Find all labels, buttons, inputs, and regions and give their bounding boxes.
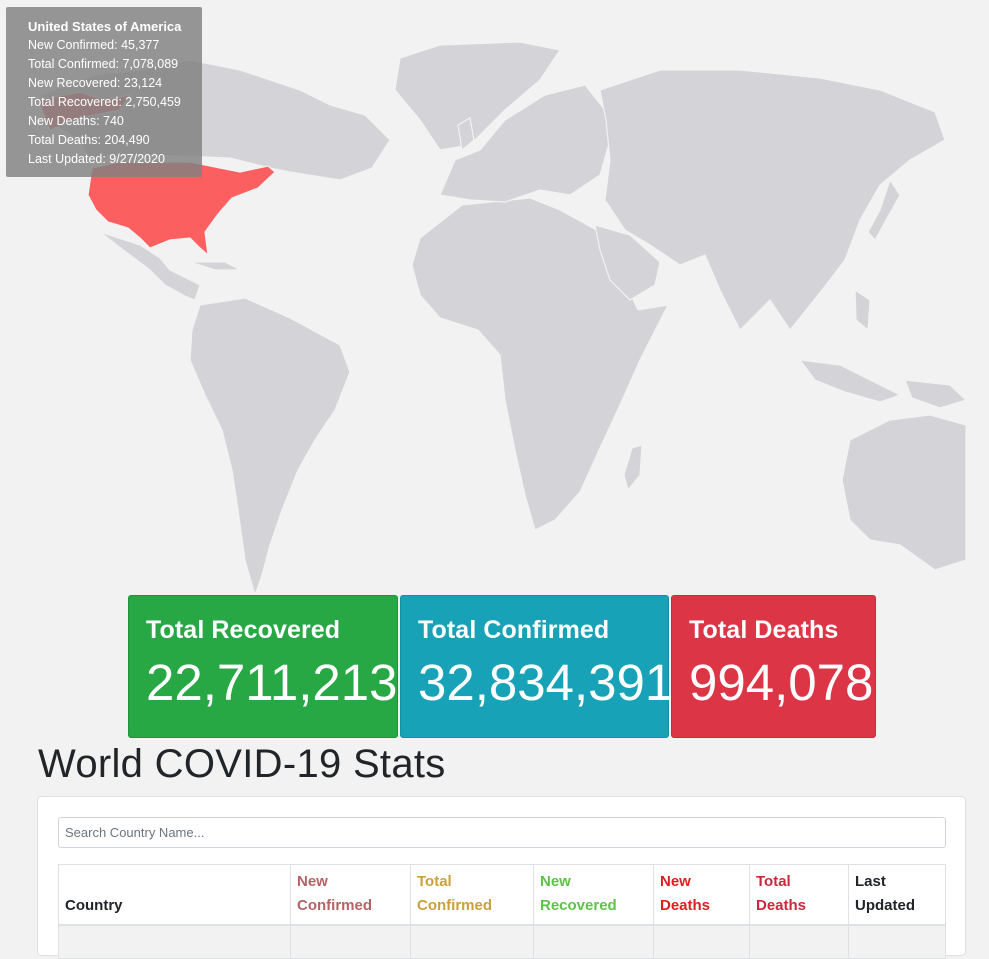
table-header-row: Country New Confirmed Total Confirmed Ne…: [58, 864, 946, 926]
column-header-country[interactable]: Country: [58, 864, 291, 926]
map-country-madagascar[interactable]: [623, 444, 643, 492]
stats-panel: Country New Confirmed Total Confirmed Ne…: [37, 796, 966, 959]
country-tooltip: United States of America New Confirmed: …: [6, 7, 202, 177]
map-continent-south-america[interactable]: [189, 297, 351, 597]
stats-table: Country New Confirmed Total Confirmed Ne…: [58, 864, 946, 959]
map-country-australia[interactable]: [841, 414, 967, 571]
total-confirmed-value: 32,834,391: [418, 654, 674, 711]
total-recovered-label: Total Recovered: [146, 616, 341, 644]
column-header-new-confirmed[interactable]: New Confirmed: [290, 864, 411, 926]
column-header-new-deaths[interactable]: New Deaths: [653, 864, 750, 926]
tooltip-new-confirmed: New Confirmed: 45,377: [28, 38, 160, 52]
tooltip-total-deaths: Total Deaths: 204,490: [28, 133, 150, 147]
tooltip-new-deaths: New Deaths: 740: [28, 114, 124, 128]
tooltip-total-recovered: Total Recovered: 2,750,459: [28, 95, 181, 109]
tooltip-new-recovered: New Recovered: 23,124: [28, 76, 163, 90]
tooltip-last-updated: Last Updated: 9/27/2020: [28, 152, 165, 166]
map-country-papua-new-guinea[interactable]: [904, 379, 968, 409]
total-recovered-card: Total Recovered 22,711,213: [128, 595, 398, 738]
total-deaths-card: Total Deaths 994,078: [671, 595, 876, 738]
tooltip-total-confirmed: Total Confirmed: 7,078,089: [28, 57, 179, 71]
total-deaths-value: 994,078: [689, 654, 874, 711]
total-recovered-value: 22,711,213: [146, 654, 398, 711]
total-confirmed-card: Total Confirmed 32,834,391: [400, 595, 674, 738]
total-deaths-label: Total Deaths: [689, 616, 839, 644]
column-header-total-deaths[interactable]: Total Deaths: [749, 864, 849, 926]
column-header-new-recovered[interactable]: New Recovered: [533, 864, 654, 926]
map-country-cuba[interactable]: [189, 261, 241, 271]
column-header-total-confirmed[interactable]: Total Confirmed: [410, 864, 534, 926]
map-region-indonesia[interactable]: [798, 359, 902, 403]
map-country-philippines[interactable]: [854, 288, 871, 332]
search-country-input[interactable]: [58, 817, 946, 848]
page-title: World COVID-19 Stats: [38, 742, 446, 786]
table-row[interactable]: [58, 924, 946, 959]
column-header-last-updated[interactable]: Last Updated: [848, 864, 946, 926]
total-confirmed-label: Total Confirmed: [418, 616, 610, 644]
tooltip-country-name: United States of America: [28, 19, 182, 34]
